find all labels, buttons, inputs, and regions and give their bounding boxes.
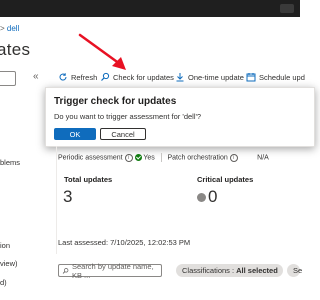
dialog-message: Do you want to trigger assessment for 'd… bbox=[54, 112, 202, 121]
search-icon bbox=[100, 72, 110, 82]
schedule-updates-label: Schedule upd bbox=[259, 72, 305, 82]
sidebar-item-problems[interactable]: blems bbox=[0, 158, 20, 167]
sidebar-search-input[interactable] bbox=[0, 71, 16, 86]
dialog-title: Trigger check for updates bbox=[54, 96, 177, 107]
last-assessed: Last assessed: 7/10/2025, 12:02:53 PM bbox=[58, 238, 191, 247]
status-row: Periodic assessment i Yes Patch orchestr… bbox=[58, 153, 269, 162]
updates-overview: Periodic assessment i Yes Patch orchestr… bbox=[56, 146, 306, 254]
search-input[interactable]: Search by update name, KB ... bbox=[58, 261, 162, 280]
check-for-updates-button[interactable]: Check for updates bbox=[100, 72, 174, 82]
collapse-sidebar-icon[interactable]: « bbox=[33, 71, 39, 82]
sidebar-item-preview[interactable]: view) bbox=[0, 259, 18, 268]
refresh-label: Refresh bbox=[71, 72, 98, 82]
breadcrumb: > dell bbox=[0, 24, 19, 33]
calendar-icon bbox=[246, 72, 256, 82]
top-bar bbox=[0, 0, 300, 17]
classifications-value: All selected bbox=[236, 266, 278, 275]
schedule-updates-button[interactable]: Schedule upd bbox=[246, 72, 305, 82]
refresh-icon bbox=[58, 72, 68, 82]
breadcrumb-separator: > bbox=[0, 24, 5, 33]
divider bbox=[160, 153, 162, 162]
info-icon[interactable]: i bbox=[124, 153, 133, 162]
search-icon bbox=[62, 267, 69, 274]
total-updates-value[interactable]: 3 bbox=[63, 187, 72, 207]
search-placeholder: Search by update name, KB ... bbox=[71, 261, 154, 280]
periodic-assessment-value: Yes bbox=[143, 154, 155, 162]
status-dot-icon bbox=[197, 193, 206, 203]
download-icon bbox=[175, 72, 185, 82]
window-control-icon[interactable] bbox=[280, 4, 294, 13]
sidebar-item-other[interactable]: d) bbox=[0, 278, 7, 287]
sidebar-item-configuration[interactable]: ion bbox=[0, 241, 10, 250]
cancel-button[interactable]: Cancel bbox=[100, 128, 146, 140]
check-circle-icon bbox=[134, 154, 142, 161]
patch-orchestration-value: N/A bbox=[257, 154, 269, 162]
patch-orchestration-label: Patch orchestration bbox=[167, 154, 228, 162]
one-time-update-button[interactable]: One-time update bbox=[175, 72, 244, 82]
classifications-filter[interactable]: Classifications : All selected bbox=[176, 264, 283, 277]
next-filter-label: Se bbox=[293, 266, 303, 275]
ok-button[interactable]: OK bbox=[54, 128, 96, 140]
one-time-update-label: One-time update bbox=[188, 72, 244, 82]
critical-updates-value[interactable]: 0 bbox=[197, 187, 217, 207]
severity-filter[interactable]: Se bbox=[287, 264, 303, 277]
check-for-updates-label: Check for updates bbox=[113, 72, 174, 82]
breadcrumb-current[interactable]: dell bbox=[7, 24, 19, 33]
info-icon[interactable]: i bbox=[229, 153, 238, 162]
classifications-label: Classifications : bbox=[182, 266, 235, 275]
critical-updates-label: Critical updates bbox=[197, 175, 254, 184]
page-title: ates bbox=[0, 40, 31, 59]
critical-updates-count: 0 bbox=[208, 187, 218, 206]
refresh-button[interactable]: Refresh bbox=[58, 72, 97, 82]
trigger-check-dialog: Trigger check for updates Do you want to… bbox=[45, 87, 315, 147]
periodic-assessment-label: Periodic assessment bbox=[58, 154, 123, 162]
total-updates-label: Total updates bbox=[64, 175, 113, 184]
